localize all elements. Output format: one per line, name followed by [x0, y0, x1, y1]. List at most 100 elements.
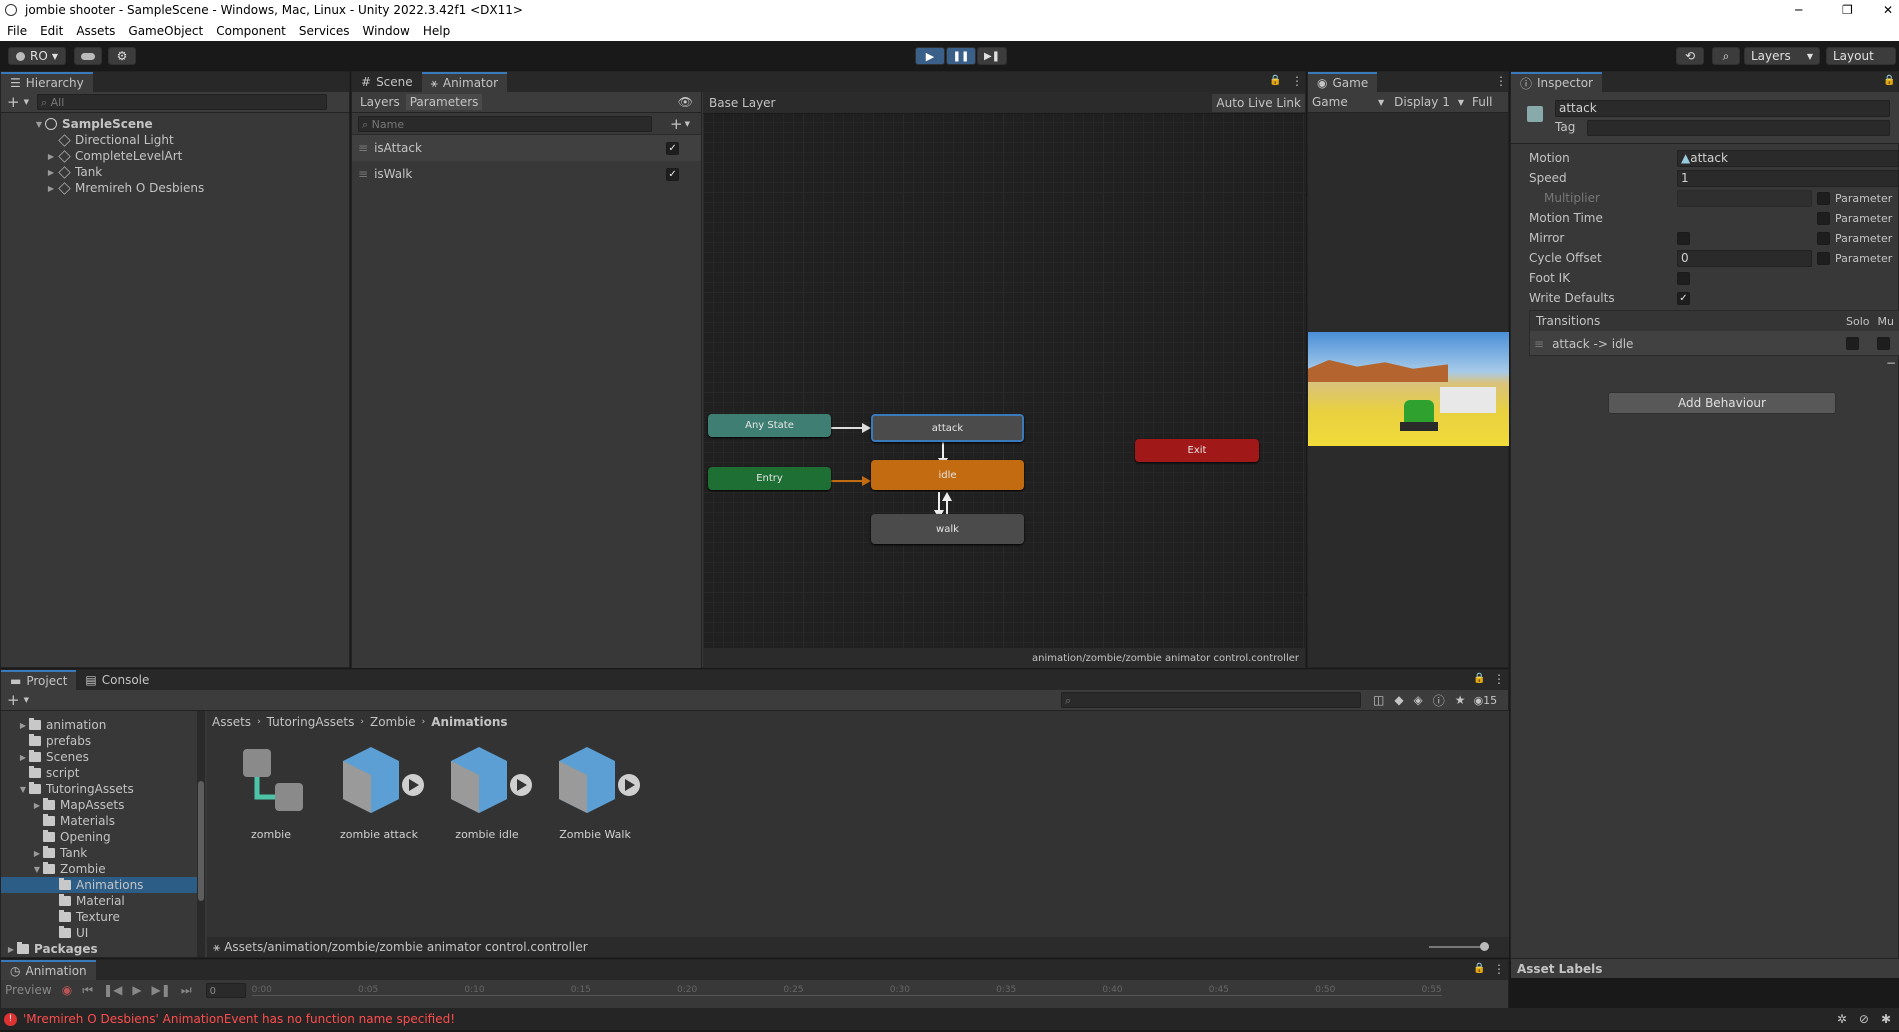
- tab-console[interactable]: ▤ Console: [76, 670, 158, 690]
- project-folder[interactable]: ▶ Scenes: [1, 749, 197, 765]
- project-folder[interactable]: Material: [1, 893, 197, 909]
- game-viewport[interactable]: [1308, 332, 1509, 446]
- timeline-ruler[interactable]: 0:00 0:05 0:10 0:15 0:20 0:25 0:30 0:35 …: [251, 985, 1442, 996]
- project-folder[interactable]: Texture: [1, 909, 197, 925]
- info-icon[interactable]: ⓘ: [1433, 692, 1445, 709]
- cycle-offset-field[interactable]: 0: [1677, 249, 1812, 267]
- play-button[interactable]: ▶: [915, 47, 945, 65]
- project-folder[interactable]: ▶ animation: [1, 717, 197, 733]
- tab-game[interactable]: ◉ Game: [1308, 72, 1378, 92]
- project-folder[interactable]: ▶ Packages: [1, 941, 197, 957]
- star-icon[interactable]: ★: [1455, 693, 1466, 707]
- tab-parameters[interactable]: Parameters: [405, 94, 483, 110]
- step-button[interactable]: ▶❚: [977, 47, 1007, 65]
- speed-field[interactable]: 1: [1677, 169, 1899, 187]
- project-folder[interactable]: UI: [1, 925, 197, 941]
- record-icon[interactable]: ◉: [62, 983, 72, 997]
- add-parameter-button[interactable]: +: [670, 115, 683, 133]
- network-icon[interactable]: ⊘: [1859, 1012, 1869, 1026]
- tab-project[interactable]: ▬ Project: [1, 670, 77, 690]
- drag-handle-icon[interactable]: ≡: [358, 167, 368, 181]
- status-bar[interactable]: ! 'Mremireh O Desbiens' AnimationEvent h…: [0, 1008, 1899, 1030]
- preview-toggle[interactable]: Preview: [5, 983, 52, 997]
- layers-dropdown[interactable]: Layers ▼: [1744, 47, 1820, 65]
- eye-icon[interactable]: ◉: [1474, 694, 1484, 707]
- parameter-row[interactable]: ≡ isWalk ✓: [352, 161, 701, 187]
- prev-frame-icon[interactable]: ❚◀: [103, 983, 122, 997]
- project-folder[interactable]: ▶ Tank: [1, 845, 197, 861]
- minimize-button[interactable]: ─: [1795, 3, 1802, 17]
- tab-scene[interactable]: # Scene: [352, 72, 422, 92]
- add-icon[interactable]: +: [7, 93, 20, 111]
- game-view-dropdown[interactable]: Game: [1312, 95, 1378, 109]
- node-attack[interactable]: attack: [871, 414, 1024, 442]
- transition-label[interactable]: attack -> idle: [1552, 337, 1846, 351]
- breadcrumb-item[interactable]: Animations: [431, 715, 507, 729]
- display-dropdown[interactable]: Display 1: [1394, 95, 1450, 109]
- asset-item[interactable]: zombie attack: [329, 741, 429, 841]
- maximize-button[interactable]: ❐: [1842, 3, 1853, 17]
- mirror-checkbox[interactable]: [1677, 231, 1690, 245]
- aspect-dropdown[interactable]: Full: [1472, 95, 1493, 109]
- lock-icon[interactable]: 🔒: [1883, 75, 1895, 86]
- drag-handle-icon[interactable]: ≡: [1534, 337, 1544, 351]
- menu-gameobject[interactable]: GameObject: [128, 24, 203, 38]
- menu-window[interactable]: Window: [363, 24, 410, 38]
- debug-icon[interactable]: ✲: [1837, 1012, 1847, 1026]
- menu-component[interactable]: Component: [216, 24, 286, 38]
- remove-transition-button[interactable]: −: [1886, 356, 1896, 370]
- account-button[interactable]: RO ▼: [8, 47, 66, 65]
- params-search-input[interactable]: ⌕ Name: [358, 115, 652, 132]
- lock-icon[interactable]: 🔒: [1473, 963, 1485, 974]
- parameter-checkbox[interactable]: ✓: [666, 141, 680, 155]
- tag-input[interactable]: [1587, 120, 1890, 136]
- breadcrumb-item[interactable]: Zombie: [370, 715, 416, 729]
- hierarchy-search-input[interactable]: ⌕ All: [36, 94, 327, 110]
- filter-type-icon[interactable]: ◫: [1373, 693, 1384, 707]
- project-search-input[interactable]: ⌕: [1060, 692, 1361, 708]
- tab-hierarchy[interactable]: ☰ Hierarchy: [1, 72, 93, 92]
- cloud-button[interactable]: [74, 47, 102, 65]
- hierarchy-item[interactable]: ▶ Mremireh O Desbiens: [1, 180, 349, 196]
- add-icon[interactable]: +: [7, 691, 20, 709]
- eye-icon[interactable]: 👁: [678, 95, 693, 109]
- last-frame-icon[interactable]: ⏭: [181, 983, 192, 998]
- menu-edit[interactable]: Edit: [40, 24, 63, 38]
- more-options-icon[interactable]: ⋮: [1493, 962, 1505, 976]
- project-folder[interactable]: Animations: [1, 877, 197, 893]
- more-options-icon[interactable]: ⋮: [1493, 672, 1505, 686]
- tab-layers[interactable]: Layers: [360, 95, 400, 109]
- transition-row[interactable]: ≡ attack -> idle: [1530, 331, 1899, 356]
- add-behaviour-button[interactable]: Add Behaviour: [1608, 392, 1836, 414]
- breadcrumb-item[interactable]: TutoringAssets: [267, 715, 355, 729]
- history-button[interactable]: ⟲: [1676, 47, 1704, 65]
- progress-icon[interactable]: ✱: [1881, 1012, 1891, 1026]
- project-folder[interactable]: ▼ TutoringAssets: [1, 781, 197, 797]
- project-folder[interactable]: script: [1, 765, 197, 781]
- parameter-checkbox[interactable]: ✓: [666, 167, 680, 181]
- first-frame-icon[interactable]: ⏮: [82, 983, 93, 998]
- motion-field[interactable]: ▲attack: [1677, 149, 1899, 167]
- state-name-input[interactable]: attack: [1555, 100, 1890, 117]
- asset-item[interactable]: Zombie Walk: [545, 741, 645, 841]
- tab-inspector[interactable]: ⓘ Inspector: [1511, 72, 1602, 92]
- hierarchy-item[interactable]: ▶ Tank: [1, 164, 349, 180]
- node-walk[interactable]: walk: [871, 514, 1024, 544]
- tab-animation[interactable]: ◷ Animation: [1, 960, 96, 980]
- icon-size-slider[interactable]: [1429, 942, 1489, 951]
- menu-assets[interactable]: Assets: [76, 24, 115, 38]
- parameter-name[interactable]: isWalk: [374, 167, 634, 181]
- tab-animator[interactable]: ⚹ Animator: [421, 72, 508, 92]
- breadcrumb-item[interactable]: Assets: [212, 715, 251, 729]
- more-options-icon[interactable]: ⋮: [1291, 74, 1303, 88]
- parameter-checkbox[interactable]: [1817, 211, 1830, 225]
- hierarchy-item[interactable]: Directional Light: [1, 132, 349, 148]
- play-icon[interactable]: ▶: [132, 983, 141, 997]
- collab-button[interactable]: ⚙: [108, 47, 136, 65]
- scene-root[interactable]: ▼ SampleScene: [1, 116, 349, 132]
- more-options-icon[interactable]: ⋮: [1495, 74, 1507, 88]
- parameter-checkbox[interactable]: [1817, 231, 1830, 245]
- parameter-checkbox[interactable]: [1817, 191, 1830, 205]
- search-button[interactable]: ⌕: [1712, 47, 1740, 65]
- node-exit[interactable]: Exit: [1135, 439, 1259, 462]
